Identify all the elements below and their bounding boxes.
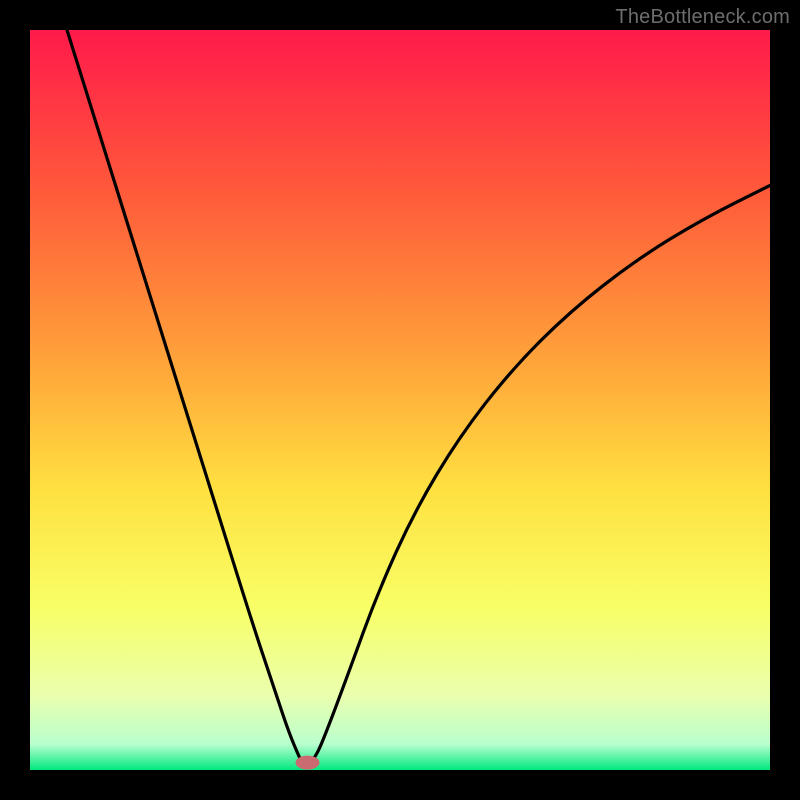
chart-svg: [30, 30, 770, 770]
watermark-text: TheBottleneck.com: [615, 6, 790, 29]
gradient-background: [30, 30, 770, 770]
chart-frame: TheBottleneck.com: [0, 0, 800, 800]
plot-area: [30, 30, 770, 770]
minimum-marker: [296, 756, 320, 770]
